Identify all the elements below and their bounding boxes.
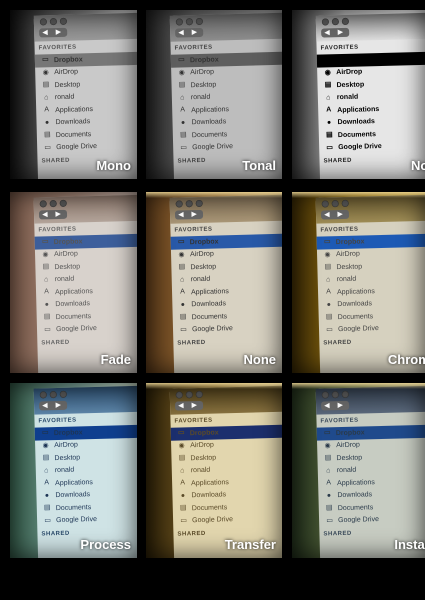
filter-tile-fade[interactable]: ◀ ▶ FAVORITES ▭ Dropbox ◉ AirDrop ▤ Desktop…: [10, 192, 137, 373]
filter-label: Tonal: [242, 158, 276, 173]
filter-label: Mono: [96, 158, 131, 173]
filter-label: Transfer: [224, 537, 276, 552]
finder-photo: ◀ ▶ FAVORITES ▭ Dropbox ◉ AirDrop ▤ Desktop…: [146, 383, 282, 558]
filter-tile-none[interactable]: ◀ ▶ FAVORITES ▭ Dropbox ◉ AirDrop ▤ Desktop…: [146, 192, 282, 373]
filter-tile-transfer[interactable]: ◀ ▶ FAVORITES ▭ Dropbox ◉ AirDrop ▤ Desktop…: [146, 383, 282, 558]
finder-photo: ◀ ▶ FAVORITES ▭ Dropbox ◉ AirDrop ▤ Desktop…: [292, 383, 425, 558]
filter-tile-mono[interactable]: ◀ ▶ FAVORITES ▭ Dropbox ◉ AirDrop ▤ Desktop…: [10, 10, 137, 179]
finder-photo: ◀ ▶ FAVORITES ▭ Dropbox ◉ AirDrop ▤ Desktop…: [292, 192, 425, 373]
finder-photo: ◀ ▶ FAVORITES ▭ Dropbox ◉ AirDrop ▤ Desktop…: [10, 192, 137, 373]
filter-label: Instant: [394, 537, 425, 552]
finder-photo: ◀ ▶ FAVORITES ▭ Dropbox ◉ AirDrop ▤ Desktop…: [146, 10, 282, 179]
finder-photo: ◀ ▶ FAVORITES ▭ Dropbox ◉ AirDrop ▤ Desktop…: [292, 10, 425, 179]
finder-photo: ◀ ▶ FAVORITES ▭ Dropbox ◉ AirDrop ▤ Desktop…: [146, 192, 282, 373]
filter-tile-tonal[interactable]: ◀ ▶ FAVORITES ▭ Dropbox ◉ AirDrop ▤ Desktop…: [146, 10, 282, 179]
filter-label: Process: [80, 537, 131, 552]
filter-tile-chrome[interactable]: ◀ ▶ FAVORITES ▭ Dropbox ◉ AirDrop ▤ Desktop…: [292, 192, 425, 373]
filter-tile-process[interactable]: ◀ ▶ FAVORITES ▭ Dropbox ◉ AirDrop ▤ Desktop…: [10, 383, 137, 558]
filter-tile-noir[interactable]: ◀ ▶ FAVORITES ▭ Dropbox ◉ AirDrop ▤ Desktop…: [292, 10, 425, 179]
finder-photo: ◀ ▶ FAVORITES ▭ Dropbox ◉ AirDrop ▤ Desktop…: [10, 10, 137, 179]
filter-label: Noir: [411, 158, 425, 173]
finder-photo: ◀ ▶ FAVORITES ▭ Dropbox ◉ AirDrop ▤ Desktop…: [10, 383, 137, 558]
filter-tile-instant[interactable]: ◀ ▶ FAVORITES ▭ Dropbox ◉ AirDrop ▤ Desktop…: [292, 383, 425, 558]
filter-label: Fade: [100, 352, 131, 367]
filter-label: None: [243, 352, 277, 367]
filter-label: Chrome: [387, 352, 425, 367]
filter-grid: ◀ ▶ FAVORITES ▭ Dropbox ◉ AirDrop ▤ Desktop…: [10, 10, 425, 558]
